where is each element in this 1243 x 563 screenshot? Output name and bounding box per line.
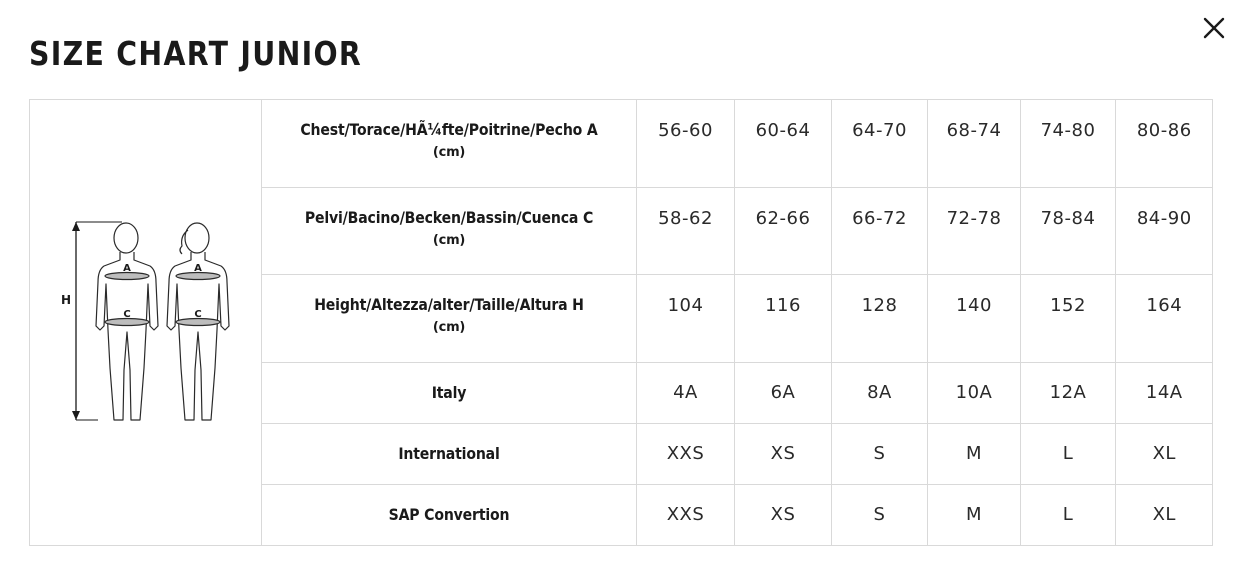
close-button[interactable]: [1200, 14, 1228, 42]
size-value-cell: 66-72: [831, 186, 928, 275]
size-value-cell: 74-80: [1020, 100, 1116, 188]
size-value-cell: 104: [636, 273, 735, 363]
pelvis-label-boy: C: [123, 309, 130, 320]
chest-label-girl: A: [194, 263, 202, 274]
height-label: H: [61, 293, 71, 307]
row-label: SAP Convertion: [388, 505, 510, 525]
body-measurement-illustration: H A C A C: [61, 221, 230, 421]
size-value-cell: 68-74: [927, 100, 1021, 188]
size-value-cell: 64-70: [831, 100, 928, 188]
row-label: Pelvi/Bacino/Becken/Bassin/Cuenca C: [304, 207, 594, 227]
page-title: SIZE CHART JUNIOR: [29, 34, 363, 73]
size-value-cell: 12A: [1020, 361, 1116, 424]
size-value-cell: XS: [734, 422, 832, 485]
size-value-cell: 128: [831, 273, 928, 363]
size-value-cell: 8A: [831, 361, 928, 424]
size-value-cell: 10A: [927, 361, 1021, 424]
table-row: Pelvi/Bacino/Becken/Bassin/Cuenca C (cm) 5…: [261, 186, 1213, 275]
size-table: Chest/Torace/HÃ¼fte/Poitrine/Pecho A (cm)…: [261, 100, 1213, 545]
table-row: SAP Convertion XXS XS S M L XL: [261, 483, 1213, 545]
size-value-cell: 58-62: [636, 186, 735, 275]
chest-label-boy: A: [123, 263, 131, 274]
row-label-cell: Chest/Torace/HÃ¼fte/Poitrine/Pecho A (cm): [261, 100, 637, 188]
size-chart: H A C A C Chest/Torace/HÃ¼fte/Poitrine/P…: [29, 99, 1213, 546]
size-value-cell: L: [1020, 422, 1116, 485]
row-label-cell: International: [261, 422, 637, 485]
size-value-cell: XL: [1115, 483, 1213, 545]
size-value-cell: 14A: [1115, 361, 1213, 424]
measurement-figure-cell: H A C A C: [30, 100, 262, 545]
row-unit: (cm): [432, 145, 466, 160]
row-unit: (cm): [432, 232, 466, 248]
row-label-cell: Italy: [261, 361, 637, 424]
table-row: Italy 4A 6A 8A 10A 12A 14A: [261, 361, 1213, 424]
row-label-cell: Height/Altezza/alter/Taille/Altura H (cm): [261, 273, 637, 363]
boy-figure: [95, 222, 159, 421]
size-value-cell: 62-66: [734, 186, 832, 275]
size-value-cell: 4A: [636, 361, 735, 424]
size-value-cell: XXS: [636, 422, 735, 485]
table-row: Chest/Torace/HÃ¼fte/Poitrine/Pecho A (cm)…: [261, 100, 1213, 188]
close-icon: [1203, 17, 1225, 39]
size-value-cell: 56-60: [636, 100, 735, 188]
row-label-cell: SAP Convertion: [261, 483, 637, 545]
size-value-cell: S: [831, 483, 928, 545]
size-value-cell: 78-84: [1020, 186, 1116, 275]
table-row: International XXS XS S M L XL: [261, 422, 1213, 485]
row-label: Italy: [431, 383, 467, 402]
size-value-cell: 72-78: [927, 186, 1021, 275]
size-value-cell: L: [1020, 483, 1116, 545]
size-value-cell: 84-90: [1115, 186, 1213, 275]
row-label: Chest/Torace/HÃ¼fte/Poitrine/Pecho A: [300, 120, 598, 139]
girl-figure: [166, 222, 230, 421]
size-value-cell: 140: [927, 273, 1021, 363]
row-label-cell: Pelvi/Bacino/Becken/Bassin/Cuenca C (cm): [261, 186, 637, 275]
size-value-cell: 152: [1020, 273, 1116, 363]
size-value-cell: XS: [734, 483, 832, 545]
size-value-cell: S: [831, 422, 928, 485]
size-value-cell: 80-86: [1115, 100, 1213, 188]
size-value-cell: 6A: [734, 361, 832, 424]
size-value-cell: 116: [734, 273, 832, 363]
row-label: Height/Altezza/alter/Taille/Altura H: [314, 294, 584, 314]
size-value-cell: XXS: [636, 483, 735, 545]
size-value-cell: 164: [1115, 273, 1213, 363]
row-unit: (cm): [432, 319, 466, 335]
size-value-cell: M: [927, 422, 1021, 485]
size-value-cell: M: [927, 483, 1021, 545]
size-value-cell: 60-64: [734, 100, 832, 188]
row-label: International: [398, 444, 500, 463]
table-row: Height/Altezza/alter/Taille/Altura H (cm)…: [261, 273, 1213, 363]
size-value-cell: XL: [1115, 422, 1213, 485]
pelvis-label-girl: C: [194, 309, 201, 320]
